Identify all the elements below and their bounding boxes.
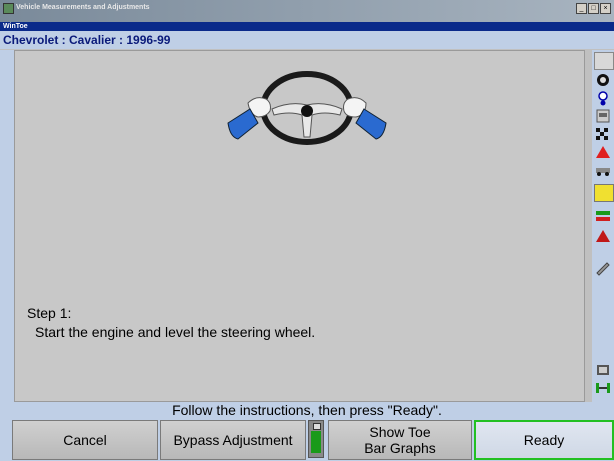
print-icon[interactable] xyxy=(594,362,612,378)
status-indicator xyxy=(308,420,324,458)
vehicle-icon[interactable] xyxy=(594,162,612,178)
left-strip xyxy=(0,50,14,402)
bypass-label: Bypass Adjustment xyxy=(173,432,293,448)
close-icon[interactable]: × xyxy=(600,3,611,14)
vehicle-label: Chevrolet : Cavalier : 1996-99 xyxy=(3,33,171,47)
spec-icon[interactable] xyxy=(594,144,612,160)
step-title: Step 1: xyxy=(27,305,72,321)
ready-button[interactable]: Ready xyxy=(474,420,614,460)
step-instruction: Start the engine and level the steering … xyxy=(35,324,316,340)
title-bar: Vehicle Measurements and Adjustments _ □… xyxy=(0,0,614,22)
alignment-icon[interactable] xyxy=(594,52,614,70)
app-subtitle: WinToe xyxy=(3,23,28,30)
reset-icon[interactable] xyxy=(594,72,612,88)
ready-label: Ready xyxy=(523,432,565,448)
wheel-icon[interactable] xyxy=(594,208,612,224)
flag-icon[interactable] xyxy=(594,228,612,244)
vehicle-bar: Chevrolet : Cavalier : 1996-99 xyxy=(0,31,614,49)
tool-icon[interactable] xyxy=(594,260,612,276)
settings-icon[interactable] xyxy=(594,108,612,124)
instruction-text: Follow the instructions, then press "Rea… xyxy=(172,402,442,418)
gauge-icon[interactable] xyxy=(594,90,612,106)
cancel-button[interactable]: Cancel xyxy=(12,420,158,460)
bypass-adjustment-button[interactable]: Bypass Adjustment xyxy=(160,420,306,460)
steering-wheel-icon xyxy=(227,71,387,145)
checker-icon[interactable] xyxy=(594,126,612,142)
indicator-level-bar xyxy=(311,431,321,453)
window-title: Vehicle Measurements and Adjustments xyxy=(16,4,150,11)
minimize-icon[interactable]: _ xyxy=(576,3,587,14)
app-subtitle-bar: WinToe xyxy=(0,22,614,31)
window-controls: _ □ × xyxy=(576,3,611,14)
maximize-icon[interactable]: □ xyxy=(588,3,599,14)
cancel-label: Cancel xyxy=(63,432,107,448)
show-toe-label-line1: Show Toe xyxy=(369,424,431,440)
function-button-row: Cancel Bypass Adjustment Show Toe Bar Gr… xyxy=(0,419,614,461)
instruction-bar: Follow the instructions, then press "Rea… xyxy=(0,402,614,419)
axle-icon[interactable] xyxy=(594,380,612,396)
main-panel: Step 1: Start the engine and level the s… xyxy=(14,50,585,402)
measure-icon[interactable] xyxy=(594,184,614,202)
app-icon xyxy=(3,3,14,14)
right-toolbar xyxy=(592,50,614,402)
indicator-light-icon xyxy=(313,423,321,430)
show-toe-bar-graphs-button[interactable]: Show Toe Bar Graphs xyxy=(328,420,472,460)
show-toe-label-line2: Bar Graphs xyxy=(364,440,436,456)
